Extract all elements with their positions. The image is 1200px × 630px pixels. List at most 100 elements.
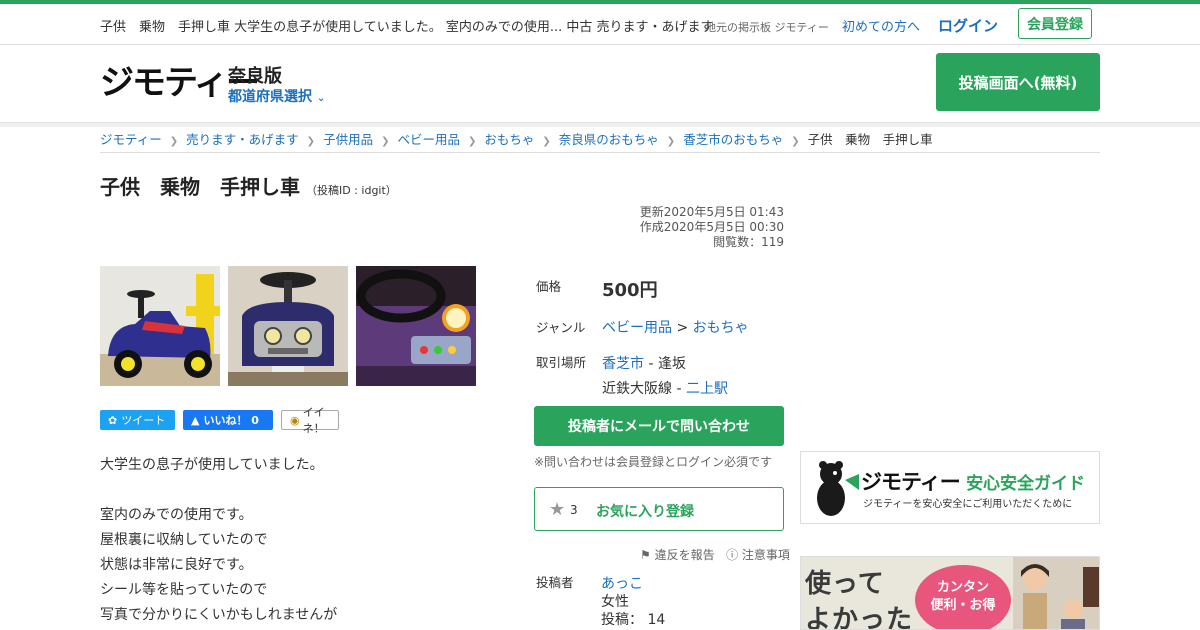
genre-link-toys[interactable]: おもちゃ <box>693 320 749 336</box>
photo-thumbnail-1[interactable] <box>100 266 220 386</box>
mascot-icon <box>817 461 859 516</box>
ad-line-1: 使って <box>805 569 885 599</box>
thumbs-up-icon: ▲ <box>191 413 200 427</box>
contact-by-mail-button[interactable]: 投稿者にメールで問い合わせ <box>534 406 784 446</box>
twitter-bird-icon: ✿ <box>108 413 118 427</box>
tweet-button[interactable]: ✿ ツイート <box>100 410 175 430</box>
facebook-like-button[interactable]: ▲ いいね！ 0 <box>183 410 273 430</box>
iine-label: イイネ！ <box>302 406 325 435</box>
price-label: 価格 <box>536 279 562 294</box>
ad-people-image <box>1013 557 1099 629</box>
place-station-row: 近鉄大阪線 - 二上駅 <box>602 378 728 398</box>
guide-logo: ジモティー <box>861 470 961 494</box>
guide-title: ジモティー 安心安全ガイド <box>861 466 1085 496</box>
price-value: 500円 <box>602 280 658 301</box>
ad-badge-line-1: カンタン <box>936 580 989 595</box>
poster-name-link[interactable]: あっこ <box>601 573 643 593</box>
dashboard-photo <box>356 266 476 386</box>
description-line: 屋根裏に収納していたので <box>100 532 268 548</box>
chevron-right-icon: ❯ <box>467 136 477 147</box>
ad-badge: カンタン 便利・お得 <box>915 565 1011 629</box>
guide-subtitle: ジモティーを安心安全にご利用いただくために <box>863 499 1073 510</box>
created-date: 作成2020年5月5日 00:30 <box>639 220 784 234</box>
ride-on-car-photo <box>100 266 220 386</box>
genre-separator: > <box>672 320 693 336</box>
site-header: ジモティー 奈良版 都道府県選択 ⌄ 投稿画面へ(無料) <box>0 45 1200 123</box>
post-button[interactable]: 投稿画面へ(無料) <box>936 53 1100 111</box>
description-line: シール等を貼っていたので <box>100 582 268 598</box>
caution-link[interactable]: ⓘ 注意事項 <box>726 548 790 562</box>
ad-line-2: よかった <box>805 605 914 630</box>
report-violation-link[interactable]: ⚑ 違反を報告 <box>640 548 715 562</box>
photo-thumbnail-3[interactable] <box>356 266 476 386</box>
favorite-label: お気に入り登録 <box>596 504 694 520</box>
view-count: 閲覧数：119 <box>713 235 784 249</box>
page-title: 子供 乗物 手押し車 大学生の息子が使用していました。 室内のみでの使用... … <box>100 20 714 35</box>
place-label: 取引場所 <box>536 355 587 370</box>
ride-on-car-front-photo <box>228 266 348 386</box>
breadcrumb-nara-toys[interactable]: 奈良県のおもちゃ <box>559 132 659 147</box>
flag-icon: ⚑ <box>640 548 651 562</box>
register-button[interactable]: 会員登録 <box>1018 8 1092 39</box>
tweet-label: ツイート <box>121 414 166 427</box>
caution-label: 注意事項 <box>741 548 790 562</box>
chevron-right-icon: ❯ <box>791 136 800 147</box>
chevron-right-icon: ❯ <box>666 136 676 147</box>
description-line: 大学生の息子が使用していました。 <box>100 457 324 473</box>
description-line: 状態は非常に良好です。 <box>100 557 253 573</box>
iine-button[interactable]: ◉ イイネ！ <box>281 406 339 435</box>
breadcrumb: ジモティー ❯ 売ります・あげます ❯ 子供用品 ❯ ベビー用品 ❯ おもちゃ ❯ 奈良県のおもちゃ… <box>100 129 933 148</box>
genre-link-baby[interactable]: ベビー用品 <box>602 320 672 336</box>
description-line <box>100 478 337 503</box>
report-links: ⚑ 違反を報告 ⓘ 注意事項 <box>640 546 790 563</box>
contact-note: ※問い合わせは会員登録とログイン必須です <box>534 455 773 469</box>
favorite-button[interactable]: ★ 3 お気に入り登録 <box>534 487 784 531</box>
place-area: - 逢坂 <box>644 356 686 372</box>
first-time-link[interactable]: 初めての方へ <box>842 16 920 35</box>
item-description: 大学生の息子が使用していました。 室内のみでの使用です。 屋根裏に収納していたの… <box>100 453 337 628</box>
breadcrumb-kashiba-toys[interactable]: 香芝市のおもちゃ <box>683 132 783 147</box>
genre-label: ジャンル <box>536 320 586 335</box>
chevron-right-icon: ❯ <box>381 136 390 147</box>
divider <box>100 152 1100 153</box>
item-title-text: 子供 乗物 手押し車 <box>100 175 300 199</box>
login-link[interactable]: ログイン <box>938 15 998 36</box>
poster-gender: 女性 <box>601 594 629 610</box>
breadcrumb-home[interactable]: ジモティー <box>100 132 162 147</box>
breadcrumb-current: 子供 乗物 手押し車 <box>807 132 933 147</box>
item-title: 子供 乗物 手押し車 （投稿ID : idgit） <box>100 171 397 200</box>
photo-thumbnail-2[interactable] <box>228 266 348 386</box>
chevron-right-icon: ❯ <box>169 136 179 147</box>
chevron-right-icon: ❯ <box>306 136 316 147</box>
description-line: 室内のみでの使用です。 <box>100 507 253 523</box>
poster-label: 投稿者 <box>536 575 574 590</box>
site-tagline: 地元の掲示板 ジモティー <box>705 21 829 34</box>
star-icon: ★ <box>549 499 566 520</box>
report-label: 違反を報告 <box>654 548 715 562</box>
description-line: 写真で分かりにくいかもしれませんが <box>100 607 338 623</box>
like-label: いいね！ 0 <box>203 414 259 427</box>
post-id: （投稿ID : idgit） <box>306 184 397 197</box>
header-shadow <box>0 123 1200 127</box>
ad-badge-line-2: 便利・お得 <box>930 598 996 613</box>
poster-post-count: 投稿： 14 <box>601 612 666 628</box>
genre-value: ベビー用品 > おもちゃ <box>602 317 749 337</box>
breadcrumb-baby[interactable]: ベビー用品 <box>397 132 460 147</box>
prefecture-select-label: 都道府県選択 <box>228 89 312 105</box>
top-bar: 子供 乗物 手押し車 大学生の息子が使用していました。 室内のみでの使用... … <box>0 4 1200 45</box>
place-city-link[interactable]: 香芝市 <box>602 356 644 372</box>
place-station-link[interactable]: 二上駅 <box>686 381 728 397</box>
breadcrumb-kids[interactable]: 子供用品 <box>323 132 373 147</box>
favorite-count: 3 <box>570 503 578 517</box>
prefecture-select[interactable]: 都道府県選択 ⌄ <box>228 86 325 106</box>
updated-date: 更新2020年5月5日 01:43 <box>639 205 784 219</box>
breadcrumb-toys[interactable]: おもちゃ <box>484 132 534 147</box>
place-city-row: 香芝市 - 逢坂 <box>602 353 686 373</box>
ad-banner[interactable]: 使って よかった カンタン 便利・お得 <box>800 556 1100 630</box>
info-icon: ⓘ <box>726 548 739 562</box>
safety-guide-banner[interactable]: ジモティー 安心安全ガイド ジモティーを安心安全にご利用いただくために <box>800 451 1100 524</box>
breadcrumb-sell-give[interactable]: 売ります・あげます <box>186 132 299 147</box>
item-meta: 更新2020年5月5日 01:43 作成2020年5月5日 00:30 閲覧数：… <box>640 205 784 250</box>
place-line: 近鉄大阪線 - <box>602 381 686 397</box>
guide-title-text: 安心安全ガイド <box>966 474 1086 494</box>
